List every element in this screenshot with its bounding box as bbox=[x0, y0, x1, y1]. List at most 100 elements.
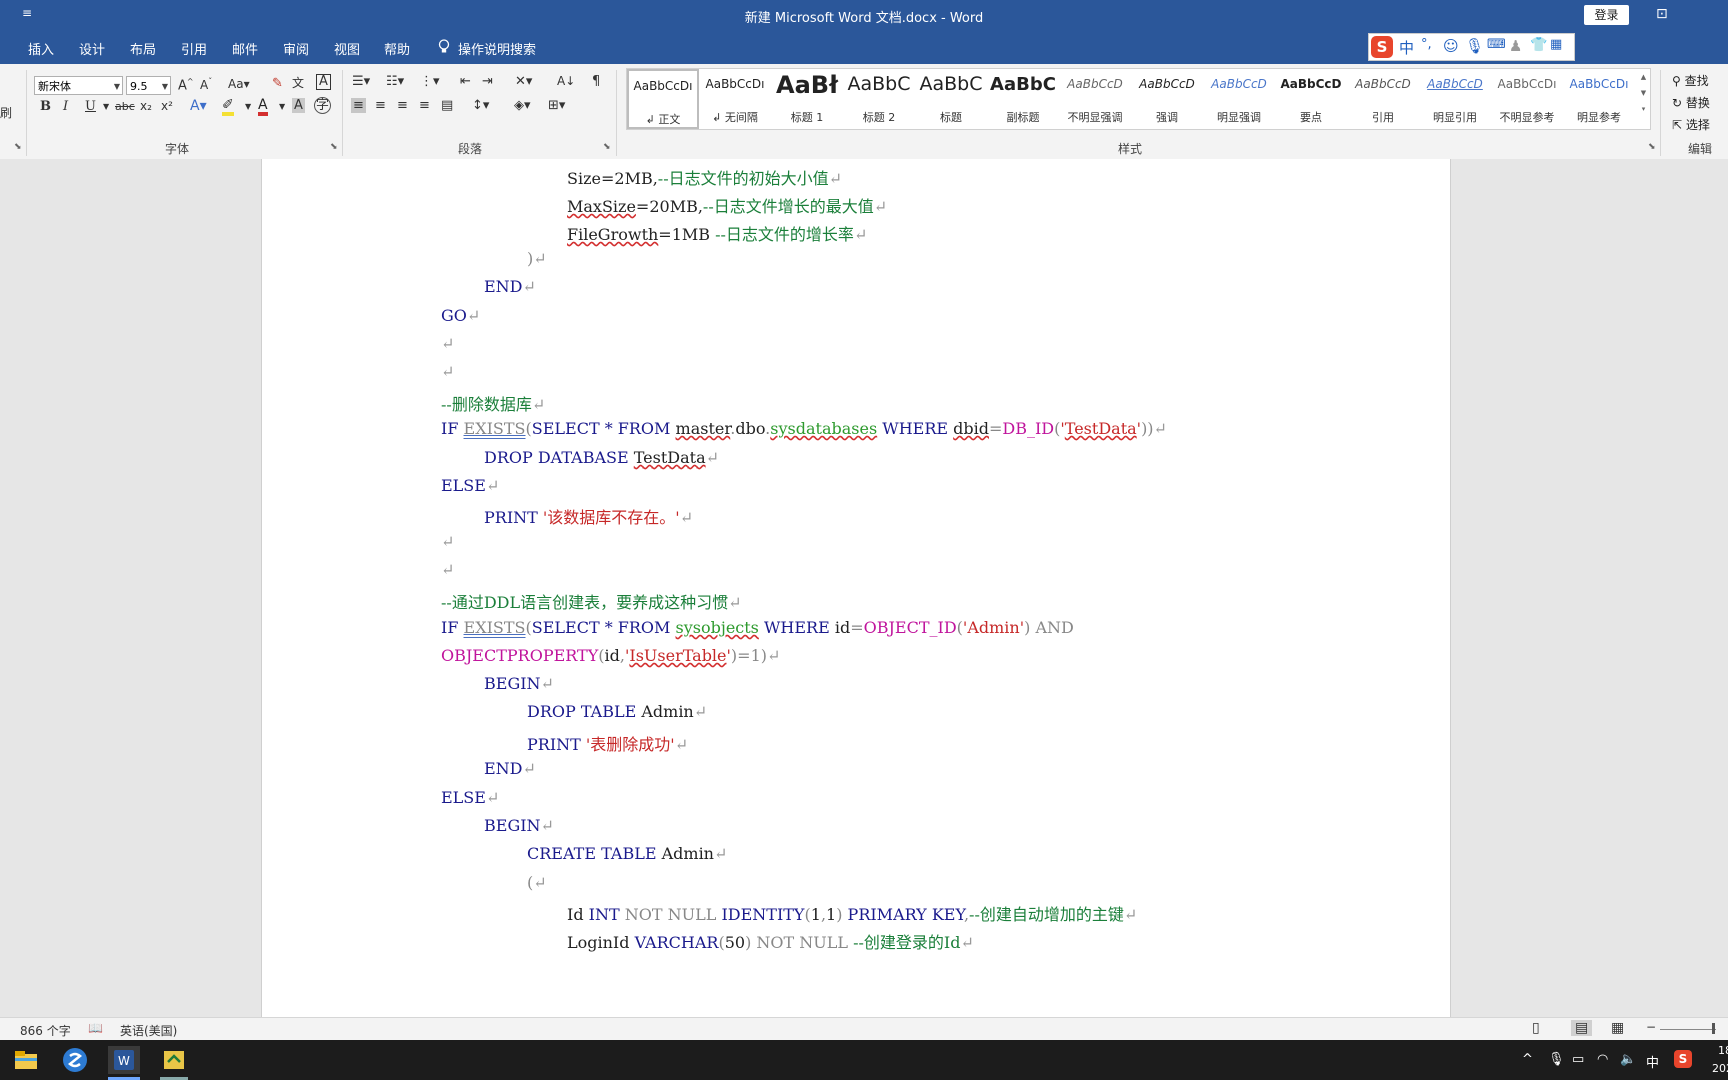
style-subtle-emphasis[interactable]: AaBbCcD 不明显强调 bbox=[1059, 69, 1131, 129]
change-case-icon[interactable]: Aa▾ bbox=[228, 77, 250, 91]
strikethrough-icon[interactable]: abc bbox=[115, 100, 135, 113]
language-status[interactable]: 英语(美国) bbox=[120, 1022, 177, 1039]
code-line[interactable]: MaxSize=20MB,--日志文件增长的最大值↵ bbox=[567, 193, 887, 217]
enclose-characters-icon[interactable]: 字 bbox=[314, 97, 331, 114]
ribbon-display-options-icon[interactable]: ⊡ bbox=[1656, 6, 1668, 22]
clipboard-launcher-icon[interactable]: ⬊ bbox=[14, 142, 22, 152]
scroll-up-icon[interactable]: ▲ bbox=[1637, 73, 1650, 81]
font-color-icon[interactable]: A bbox=[258, 98, 268, 116]
select-button[interactable]: ⇱ 选择 bbox=[1672, 116, 1710, 133]
zoom-slider-thumb[interactable] bbox=[1712, 1023, 1715, 1034]
code-line[interactable]: BEGIN↵ bbox=[484, 674, 554, 693]
tab-references[interactable]: 引用 bbox=[181, 39, 207, 58]
code-line[interactable]: Size=2MB,--日志文件的初始大小值↵ bbox=[567, 165, 842, 189]
sogou-tray-icon[interactable]: S bbox=[1674, 1050, 1692, 1068]
tab-help[interactable]: 帮助 bbox=[384, 39, 410, 58]
code-line[interactable]: ↵ bbox=[441, 334, 454, 353]
microphone-tray-icon[interactable]: 🎙 bbox=[1548, 1052, 1565, 1067]
battery-icon[interactable]: ▭ bbox=[1572, 1052, 1584, 1067]
grow-font-icon[interactable]: A^ bbox=[178, 77, 194, 93]
code-line[interactable]: CREATE TABLE Admin↵ bbox=[527, 844, 727, 863]
ime-punctuation-toggle[interactable]: °, bbox=[1421, 37, 1432, 52]
distributed-icon[interactable]: ▤ bbox=[441, 98, 453, 113]
word-app-icon[interactable]: W bbox=[108, 1046, 140, 1074]
style-strong[interactable]: AaBbCcD 要点 bbox=[1275, 69, 1347, 129]
style-quote[interactable]: AaBbCcD 引用 bbox=[1347, 69, 1419, 129]
align-right-icon[interactable]: ≡ bbox=[397, 98, 408, 113]
style-normal[interactable]: AaBbCcDı ↲ 正文 bbox=[627, 69, 699, 129]
emoji-icon[interactable]: ☺ bbox=[1443, 37, 1459, 55]
tab-view[interactable]: 视图 bbox=[334, 39, 360, 58]
code-line[interactable]: OBJECTPROPERTY(id,'IsUserTable')=1)↵ bbox=[441, 646, 780, 665]
show-hidden-icons-icon[interactable]: ^ bbox=[1522, 1052, 1533, 1067]
decrease-indent-icon[interactable]: ⇤ bbox=[460, 74, 471, 89]
code-line[interactable]: DROP DATABASE TestData↵ bbox=[484, 448, 719, 467]
tab-review[interactable]: 审阅 bbox=[283, 39, 309, 58]
code-line[interactable]: BEGIN↵ bbox=[484, 816, 554, 835]
chevron-down-icon[interactable]: ▼ bbox=[103, 102, 109, 111]
read-mode-icon[interactable]: ▯ bbox=[1532, 1020, 1540, 1036]
proofing-icon[interactable]: 📖 bbox=[88, 1021, 103, 1035]
style-intense-reference[interactable]: AaBbCcDı 明显参考 bbox=[1563, 69, 1635, 129]
code-line[interactable]: ↵ bbox=[441, 532, 454, 551]
code-line[interactable]: ELSE↵ bbox=[441, 476, 499, 495]
phonetic-guide-icon[interactable]: 文 bbox=[292, 74, 304, 91]
tell-me-search[interactable]: 操作说明搜索 bbox=[438, 39, 536, 58]
font-size-combobox[interactable]: 9.5 ▼ bbox=[126, 76, 171, 95]
volume-icon[interactable]: 🔈 bbox=[1620, 1052, 1636, 1067]
sogou-logo-icon[interactable]: S bbox=[1371, 36, 1393, 58]
italic-icon[interactable]: I bbox=[63, 99, 68, 114]
code-line[interactable]: GO↵ bbox=[441, 306, 480, 325]
chinese-layout-icon[interactable]: ✕▾ bbox=[515, 74, 532, 89]
style-no-spacing[interactable]: AaBbCcDı ↲ 无间隔 bbox=[699, 69, 771, 129]
style-heading-1[interactable]: AaBł 标题 1 bbox=[771, 69, 843, 129]
ime-tray-indicator[interactable]: 中 bbox=[1646, 1052, 1659, 1071]
tab-layout[interactable]: 布局 bbox=[130, 39, 156, 58]
tab-insert[interactable]: 插入 bbox=[28, 39, 54, 58]
shrink-font-icon[interactable]: Aˇ bbox=[200, 77, 212, 92]
wifi-icon[interactable]: ◠ bbox=[1597, 1052, 1608, 1067]
print-layout-icon[interactable]: ▤ bbox=[1571, 1020, 1593, 1036]
chevron-down-icon[interactable]: ▼ bbox=[245, 102, 251, 111]
tray-clock[interactable]: 18 bbox=[1718, 1044, 1728, 1057]
style-intense-quote[interactable]: AaBbCcD 明显引用 bbox=[1419, 69, 1491, 129]
find-button[interactable]: ⚲ 查找 bbox=[1672, 72, 1709, 89]
code-line[interactable]: END↵ bbox=[484, 759, 536, 778]
format-painter-label[interactable]: 刷 bbox=[0, 104, 12, 121]
shading-icon[interactable]: ◈▾ bbox=[514, 98, 531, 113]
style-emphasis[interactable]: AaBbCcD 强调 bbox=[1131, 69, 1203, 129]
code-line[interactable]: END↵ bbox=[484, 277, 536, 296]
justify-icon[interactable]: ≡ bbox=[419, 98, 430, 113]
styles-dialog-launcher-icon[interactable]: ⬊ bbox=[1648, 142, 1656, 152]
style-intense-emphasis[interactable]: AaBbCcD 明显强调 bbox=[1203, 69, 1275, 129]
more-styles-icon[interactable]: ▾ bbox=[1637, 105, 1650, 113]
ime-mode-toggle[interactable]: 中 bbox=[1399, 37, 1414, 58]
sql-server-icon[interactable] bbox=[160, 1046, 188, 1074]
style-heading-2[interactable]: AaBbC 标题 2 bbox=[843, 69, 915, 129]
file-explorer-icon[interactable] bbox=[12, 1046, 40, 1074]
code-line[interactable]: ↵ bbox=[441, 560, 454, 579]
word-count[interactable]: 866 个字 bbox=[20, 1022, 71, 1039]
web-layout-icon[interactable]: ▦ bbox=[1611, 1020, 1624, 1036]
scroll-down-icon[interactable]: ▼ bbox=[1637, 89, 1650, 97]
code-line[interactable]: (↵ bbox=[527, 873, 547, 892]
chevron-down-icon[interactable]: ▼ bbox=[279, 102, 285, 111]
align-left-icon[interactable]: ≡ bbox=[351, 98, 366, 113]
underline-icon[interactable]: U bbox=[85, 99, 96, 114]
bold-icon[interactable]: B bbox=[40, 99, 51, 114]
code-line[interactable]: LoginId VARCHAR(50) NOT NULL --创建登录的Id↵ bbox=[567, 929, 974, 953]
tab-mailings[interactable]: 邮件 bbox=[232, 39, 258, 58]
code-line[interactable]: DROP TABLE Admin↵ bbox=[527, 702, 707, 721]
bullets-icon[interactable]: ☰▾ bbox=[352, 74, 370, 89]
paragraph-dialog-launcher-icon[interactable]: ⬊ bbox=[603, 142, 611, 152]
code-line[interactable]: Id INT NOT NULL IDENTITY(1,1) PRIMARY KE… bbox=[567, 901, 1137, 925]
font-name-combobox[interactable]: 新宋体 ▼ bbox=[34, 76, 123, 95]
align-center-icon[interactable]: ≡ bbox=[375, 98, 386, 113]
character-border-icon[interactable]: A bbox=[316, 74, 331, 90]
subscript-icon[interactable]: x₂ bbox=[140, 99, 152, 113]
skin-icon[interactable]: 👕 bbox=[1530, 37, 1547, 53]
text-effects-icon[interactable]: A▾ bbox=[190, 98, 207, 114]
numbering-icon[interactable]: ☷▾ bbox=[386, 74, 404, 89]
toolbox-icon[interactable]: ▦ bbox=[1550, 37, 1562, 52]
code-line[interactable]: ↵ bbox=[441, 362, 454, 381]
